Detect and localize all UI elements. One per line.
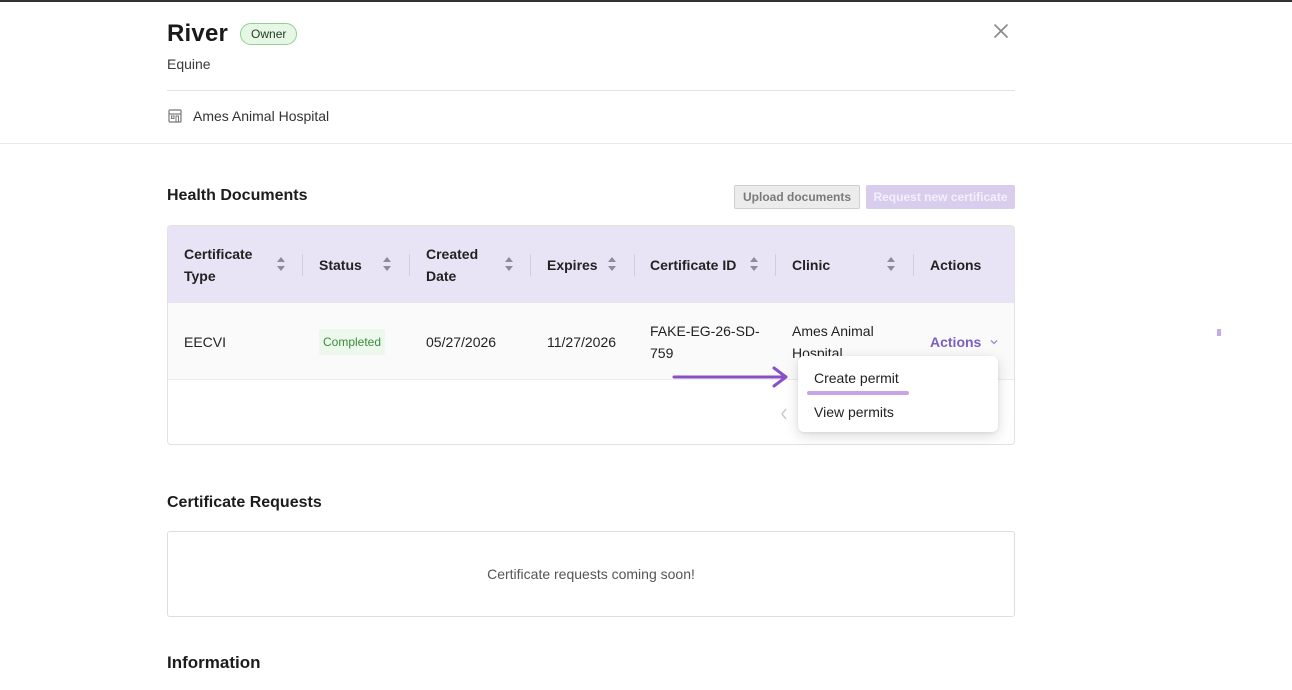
patient-name: River: [167, 20, 229, 47]
cell-created-date: 05/27/2026: [426, 333, 497, 350]
certificate-requests-title: Certificate Requests: [167, 494, 322, 511]
sort-icon[interactable]: [276, 256, 286, 272]
health-documents-title: Health Documents: [167, 187, 308, 204]
cell-certificate-type: EECVI: [184, 333, 227, 350]
owner-badge: Owner: [240, 23, 298, 45]
column-header-certificate-id[interactable]: Certificate ID: [650, 226, 750, 303]
empty-state-message: Certificate requests coming soon!: [487, 566, 695, 582]
close-icon: [994, 24, 1008, 38]
menu-item-view-permits[interactable]: View permits: [814, 404, 894, 420]
building-icon: [168, 109, 182, 123]
certificate-requests-panel: Certificate requests coming soon!: [167, 531, 1015, 617]
clinic-name: Ames Animal Hospital: [193, 108, 330, 124]
column-separator: [530, 254, 531, 276]
request-certificate-button[interactable]: Request new certificate: [866, 185, 1015, 209]
table-header: Certificate Type Status Created Date Exp…: [168, 226, 1014, 303]
information-title: Information: [167, 653, 261, 672]
cell-status: Completed: [319, 303, 409, 380]
column-header-expires[interactable]: Expires: [547, 226, 607, 303]
scroll-indicator: [1217, 329, 1221, 336]
sort-icon[interactable]: [749, 256, 759, 272]
column-header-clinic[interactable]: Clinic: [792, 226, 852, 303]
patient-header: River Owner Equine: [167, 20, 1015, 72]
column-separator: [302, 254, 303, 276]
sort-icon[interactable]: [382, 256, 392, 272]
column-header-status[interactable]: Status: [319, 226, 379, 303]
window-top-border: [0, 0, 1292, 2]
chevron-left-icon[interactable]: [779, 407, 789, 421]
chevron-down-icon: [990, 339, 998, 344]
column-separator: [775, 254, 776, 276]
patient-clinic: Ames Animal Hospital: [167, 108, 329, 124]
menu-item-create-permit[interactable]: Create permit: [814, 370, 899, 386]
header-divider: [167, 90, 1015, 91]
column-separator: [634, 254, 635, 276]
cell-expires: 11/27/2026: [547, 333, 617, 350]
sort-icon[interactable]: [886, 256, 896, 272]
column-separator: [913, 254, 914, 276]
column-header-actions: Actions: [930, 256, 982, 273]
sort-icon[interactable]: [607, 256, 617, 272]
annotation-arrow-icon: [672, 366, 788, 388]
column-header-certificate-type[interactable]: Certificate Type: [184, 226, 274, 303]
upload-documents-button[interactable]: Upload documents: [734, 185, 861, 209]
annotation-underline: [807, 391, 909, 395]
column-header-created-date[interactable]: Created Date: [426, 226, 492, 303]
column-separator: [409, 254, 410, 276]
status-badge: Completed: [319, 328, 386, 355]
row-actions-button[interactable]: Actions: [930, 331, 999, 353]
title-row: River Owner: [167, 20, 1015, 48]
sort-icon[interactable]: [504, 256, 514, 272]
close-button[interactable]: [993, 23, 1009, 39]
patient-species: Equine: [167, 56, 211, 72]
section-divider: [0, 143, 1292, 144]
